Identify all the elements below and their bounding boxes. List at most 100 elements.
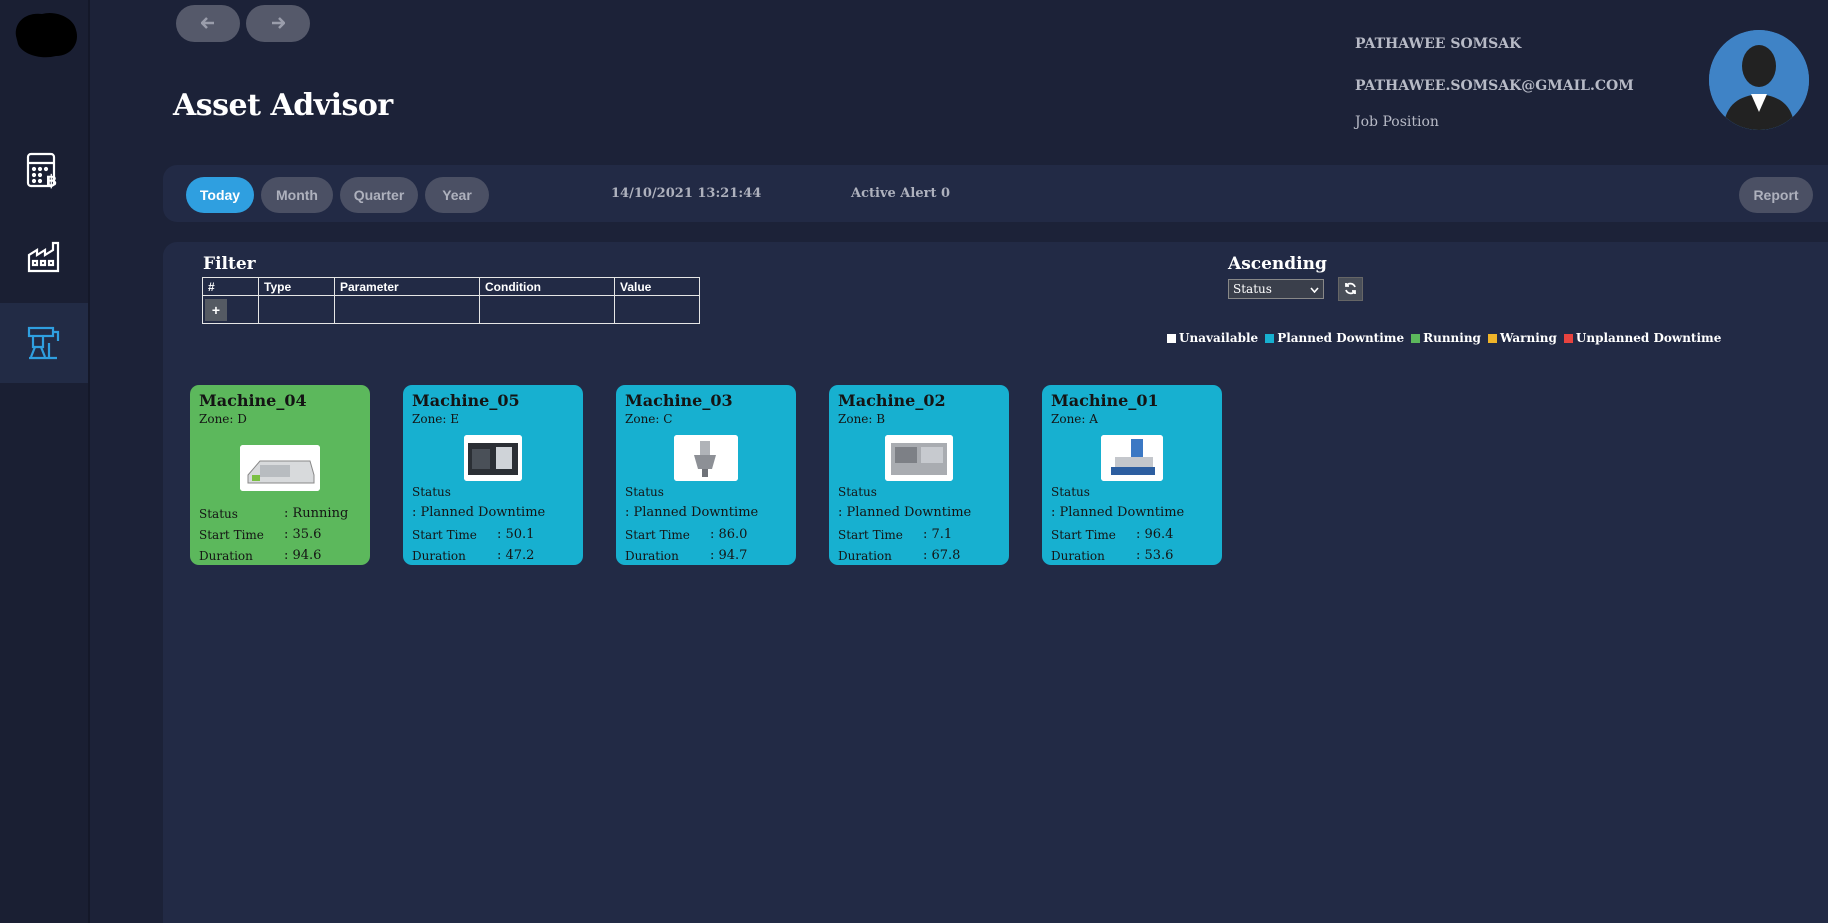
start-time-value: : 7.1 bbox=[923, 527, 953, 542]
sidebar-item-machines[interactable] bbox=[0, 303, 88, 383]
duration-value: : 67.8 bbox=[923, 548, 961, 563]
machine-image bbox=[1101, 435, 1163, 481]
user-position: Job Position bbox=[1355, 114, 1439, 130]
start-time-label: Start Time bbox=[838, 528, 903, 542]
report-button[interactable]: Report bbox=[1739, 177, 1813, 213]
svg-text:฿: ฿ bbox=[46, 171, 57, 190]
legend-item-running: Running bbox=[1411, 331, 1481, 345]
start-time-value: : 86.0 bbox=[710, 527, 748, 542]
period-toolbar: Today Month Quarter Year 14/10/2021 13:2… bbox=[163, 165, 1828, 222]
legend-label: Planned Downtime bbox=[1277, 331, 1405, 345]
machine-name: Machine_04 bbox=[199, 391, 307, 410]
status-label: Status bbox=[199, 507, 238, 521]
machine-zone: Zone: D bbox=[199, 412, 247, 426]
start-time-label: Start Time bbox=[412, 528, 477, 542]
sort-field-value: Status bbox=[1233, 282, 1272, 296]
user-email: PATHAWEE.SOMSAK@GMAIL.COM bbox=[1355, 78, 1634, 94]
duration-label: Duration bbox=[199, 549, 253, 563]
add-filter-button[interactable]: + bbox=[205, 298, 227, 321]
filter-col-number: # bbox=[202, 277, 259, 296]
period-today-button[interactable]: Today bbox=[186, 177, 254, 213]
chevron-down-icon bbox=[1310, 282, 1319, 296]
status-label: Status bbox=[1051, 485, 1090, 499]
status-label: Status bbox=[838, 485, 877, 499]
filter-col-condition: Condition bbox=[479, 277, 615, 296]
forward-button[interactable] bbox=[246, 5, 310, 42]
filter-col-type: Type bbox=[258, 277, 335, 296]
back-button[interactable] bbox=[176, 5, 240, 42]
period-month-button[interactable]: Month bbox=[261, 177, 333, 213]
legend-label: Unavailable bbox=[1179, 331, 1259, 345]
legend-label: Running bbox=[1423, 331, 1481, 345]
duration-value: : 53.6 bbox=[1136, 548, 1174, 563]
legend-item-planned-downtime: Planned Downtime bbox=[1265, 331, 1404, 345]
legend-label: Unplanned Downtime bbox=[1575, 331, 1722, 345]
filter-condition-cell[interactable] bbox=[479, 295, 615, 324]
machine-zone: Zone: C bbox=[625, 412, 673, 426]
legend-swatch bbox=[1563, 333, 1573, 343]
machine-card[interactable]: Machine_05 Zone: E Status : Planned Down… bbox=[403, 385, 583, 565]
refresh-button[interactable] bbox=[1338, 277, 1363, 301]
duration-value: : 47.2 bbox=[497, 548, 535, 563]
machine-card[interactable]: Machine_04 Zone: D Status : Running Star… bbox=[190, 385, 370, 565]
legend-swatch bbox=[1411, 333, 1421, 343]
sidebar-item-calculator[interactable]: ฿ bbox=[0, 131, 88, 211]
user-name: PATHAWEE SOMSAK bbox=[1355, 36, 1522, 52]
arrow-right-icon bbox=[271, 14, 286, 33]
status-label: Status bbox=[625, 485, 664, 499]
machine-name: Machine_02 bbox=[838, 391, 946, 410]
machine-zone: Zone: A bbox=[1051, 412, 1098, 426]
active-alert-count: Active Alert 0 bbox=[851, 186, 951, 201]
filter-value-cell[interactable] bbox=[614, 295, 700, 324]
factory-icon bbox=[27, 241, 61, 273]
legend-item-warning: Warning bbox=[1487, 331, 1557, 345]
filter-table: # Type Parameter Condition Value + bbox=[202, 277, 700, 324]
status-value: : Planned Downtime bbox=[1051, 505, 1185, 520]
machine-image bbox=[674, 435, 738, 481]
legend-label: Warning bbox=[1499, 331, 1557, 345]
machine-name: Machine_05 bbox=[412, 391, 520, 410]
avatar[interactable] bbox=[1709, 30, 1809, 130]
page-title: Asset Advisor bbox=[173, 88, 393, 123]
machine-zone: Zone: B bbox=[838, 412, 886, 426]
start-time-value: : 35.6 bbox=[284, 527, 322, 542]
duration-label: Duration bbox=[625, 549, 679, 563]
machine-card[interactable]: Machine_02 Zone: B Status : Planned Down… bbox=[829, 385, 1009, 565]
filter-add-cell: + bbox=[202, 295, 259, 324]
legend-swatch bbox=[1265, 333, 1275, 343]
duration-value: : 94.7 bbox=[710, 548, 748, 563]
sort-order-label: Ascending bbox=[1228, 254, 1327, 274]
duration-label: Duration bbox=[838, 549, 892, 563]
logo[interactable] bbox=[12, 8, 80, 62]
status-value: : Planned Downtime bbox=[838, 505, 972, 520]
machine-image bbox=[885, 435, 953, 481]
status-value: : Running bbox=[284, 506, 349, 521]
filter-type-cell[interactable] bbox=[258, 295, 335, 324]
machine-image bbox=[240, 445, 320, 491]
sidebar-item-factory[interactable] bbox=[0, 217, 88, 297]
sort-field-select[interactable]: Status bbox=[1228, 279, 1324, 299]
legend-item-unplanned-downtime: Unplanned Downtime bbox=[1563, 331, 1722, 345]
duration-label: Duration bbox=[1051, 549, 1105, 563]
start-time-label: Start Time bbox=[625, 528, 690, 542]
machine-card[interactable]: Machine_03 Zone: C Status : Planned Down… bbox=[616, 385, 796, 565]
calculator-icon: ฿ bbox=[26, 152, 62, 190]
status-value: : Planned Downtime bbox=[412, 505, 546, 520]
filter-parameter-cell[interactable] bbox=[334, 295, 480, 324]
machine-card[interactable]: Machine_01 Zone: A Status : Planned Down… bbox=[1042, 385, 1222, 565]
duration-value: : 94.6 bbox=[284, 548, 322, 563]
status-value: : Planned Downtime bbox=[625, 505, 759, 520]
machine-name: Machine_03 bbox=[625, 391, 733, 410]
start-time-label: Start Time bbox=[1051, 528, 1116, 542]
period-year-button[interactable]: Year bbox=[425, 177, 489, 213]
machine-image bbox=[464, 435, 522, 481]
arrow-left-icon bbox=[200, 14, 215, 33]
main-panel: Filter # Type Parameter Condition Value … bbox=[163, 242, 1828, 923]
filter-col-value: Value bbox=[614, 277, 700, 296]
duration-label: Duration bbox=[412, 549, 466, 563]
period-quarter-button[interactable]: Quarter bbox=[340, 177, 418, 213]
legend-swatch bbox=[1167, 333, 1176, 343]
machine-name: Machine_01 bbox=[1051, 391, 1159, 410]
start-time-label: Start Time bbox=[199, 528, 264, 542]
filter-title: Filter bbox=[203, 254, 256, 274]
